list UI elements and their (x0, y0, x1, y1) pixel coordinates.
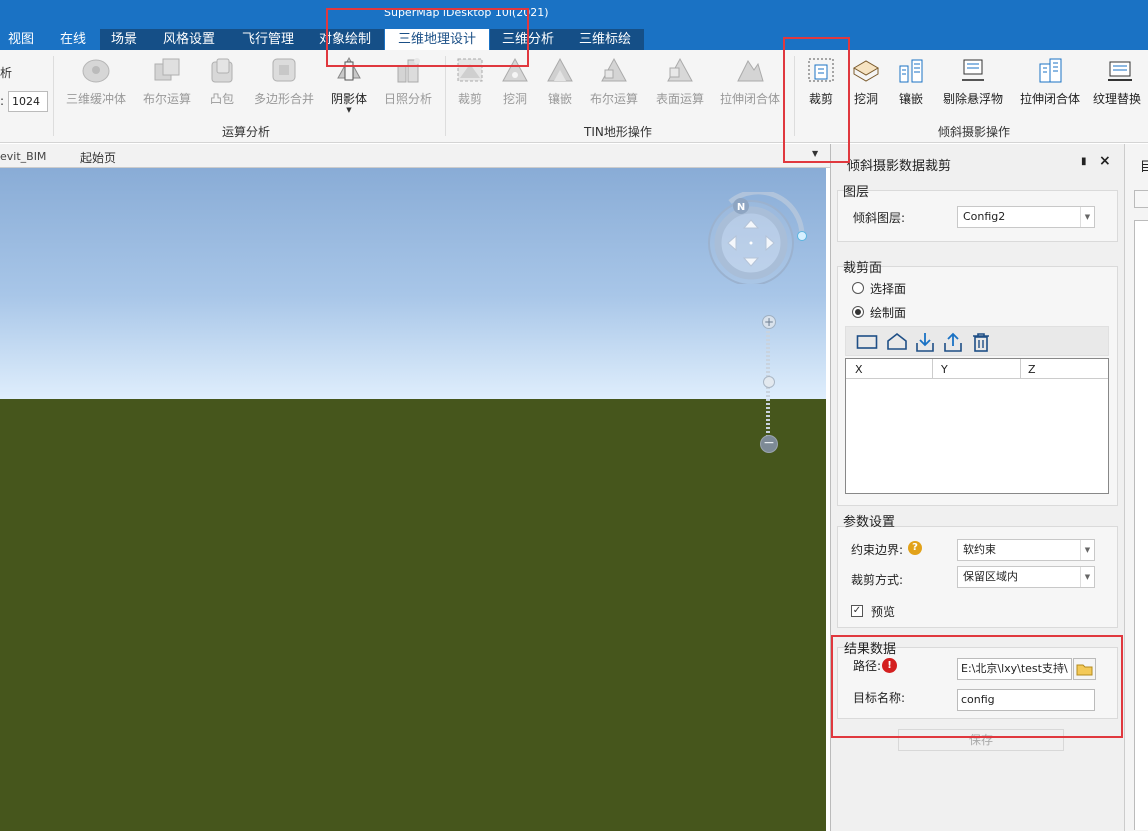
extrude-closed-button[interactable]: 拉伸闭合体 (1016, 56, 1084, 107)
tin-boolean-icon (601, 57, 627, 82)
chevron-down-icon: ▼ (1080, 567, 1094, 587)
tin-surface-op-button[interactable]: 表面运算 (652, 56, 708, 107)
tin-surface-icon (667, 57, 693, 82)
constraint-select[interactable]: 软约束 ▼ (957, 539, 1095, 561)
dropdown-arrow-icon: ▼ (346, 106, 352, 114)
oblique-hole-icon (853, 60, 879, 82)
tin-extrude-icon (737, 60, 764, 82)
column-divider (1020, 359, 1021, 379)
oblique-hole-button[interactable]: 挖洞 (848, 56, 884, 107)
close-icon[interactable]: × (1099, 153, 1111, 169)
texture-replace-button[interactable]: 纹理替换 (1093, 56, 1148, 107)
tab-online[interactable]: 在线 (54, 29, 92, 50)
oblique-layer-select[interactable]: Config2 ▼ (957, 206, 1095, 228)
folder-icon[interactable] (1134, 190, 1148, 208)
tab-scene[interactable]: 场景 (100, 29, 148, 50)
group-title-tin: TIN地形操作 (584, 125, 652, 139)
zoom-out-icon[interactable]: − (760, 435, 778, 453)
convex-hull-button[interactable]: 凸包 (204, 56, 240, 107)
right-panel-label: 目 (1140, 160, 1148, 175)
polygon-merge-button[interactable]: 多边形合并 (248, 56, 320, 107)
params-title: 参数设置 (843, 515, 896, 530)
document-tabs: evit_BIM 起始页 ▼ (0, 144, 830, 168)
delete-icon[interactable] (970, 331, 992, 353)
right-side-panel: 目 (1124, 144, 1148, 831)
preview-label: 预览 (871, 605, 896, 619)
boolean-op-button[interactable]: 布尔运算 (138, 56, 196, 107)
group-title-operation-analysis: 运算分析 (222, 125, 271, 139)
clip-mode-label: 裁剪方式: (851, 573, 904, 587)
ribbon-separator (445, 56, 446, 136)
resolution-input[interactable]: 1024 (8, 91, 48, 112)
clip-surface-title: 裁剪面 (843, 261, 883, 276)
radio-draw-surface[interactable] (852, 306, 864, 318)
column-x: X (855, 363, 863, 376)
constraint-label: 约束边界: (851, 543, 904, 557)
chevron-down-icon: ▼ (1080, 207, 1094, 227)
tin-mosaic-icon (547, 57, 573, 82)
annotation-box-result (831, 635, 1123, 738)
annotation-box-tab (326, 8, 529, 67)
preview-checkbox[interactable]: ✓ (851, 605, 863, 617)
polygon-merge-icon (272, 58, 296, 82)
import-icon[interactable] (914, 331, 936, 353)
ribbon: 析 : 1024 三维缓冲体 布尔运算 凸包 多边形合并 阴影体 ▼ 日照分析 … (0, 50, 1148, 143)
menu-bar: 视图 在线 场景 风格设置 飞行管理 对象绘制 三维地理设计 三维分析 三维标绘 (0, 29, 1148, 50)
draw-toolbar (845, 326, 1109, 356)
rectangle-icon[interactable] (856, 332, 878, 352)
3d-buffer-button[interactable]: 三维缓冲体 (62, 56, 130, 107)
ribbon-separator (53, 56, 54, 136)
pin-icon[interactable]: ▮ (1081, 156, 1087, 167)
column-z: Z (1028, 363, 1036, 376)
scene-view[interactable]: N + − (0, 168, 826, 831)
oblique-layer-label: 倾斜图层: (853, 211, 906, 225)
help-icon[interactable]: ? (908, 541, 922, 555)
navigation-compass[interactable]: N (702, 192, 814, 284)
buffer-icon (82, 59, 110, 83)
tab-view[interactable]: 视图 (2, 29, 40, 50)
radio-select-surface-label: 选择面 (870, 282, 907, 296)
radio-draw-surface-label: 绘制面 (870, 306, 907, 320)
compass-north-label: N (737, 202, 745, 213)
boolean-icon (154, 58, 180, 81)
oblique-mosaic-button[interactable]: 镶嵌 (893, 56, 929, 107)
coordinate-table[interactable]: X Y Z (845, 358, 1109, 494)
tin-boolean-button[interactable]: 布尔运算 (586, 56, 642, 107)
terrain-ground (0, 399, 826, 831)
partial-colon: : (0, 94, 5, 108)
clip-mode-select[interactable]: 保留区域内 ▼ (957, 566, 1095, 588)
texture-replace-icon (1108, 61, 1132, 81)
convex-hull-icon (211, 58, 233, 83)
panel-title: 倾斜摄影数据裁剪 (847, 159, 952, 174)
doc-tab-revit-bim[interactable]: evit_BIM (0, 150, 46, 163)
zoom-slider[interactable]: + − (760, 315, 778, 453)
tab-flight-management[interactable]: 飞行管理 (230, 29, 306, 50)
tab-style-settings[interactable]: 风格设置 (148, 29, 230, 50)
column-y: Y (941, 363, 948, 376)
tin-mosaic-button[interactable]: 镶嵌 (542, 56, 578, 107)
right-panel-content (1134, 220, 1148, 830)
tab-3d-plotting[interactable]: 三维标绘 (566, 29, 644, 50)
doc-tab-start-page[interactable]: 起始页 (80, 149, 116, 166)
layer-group-title: 图层 (843, 185, 870, 200)
table-header: X Y Z (846, 359, 1108, 379)
remove-floating-icon (962, 59, 984, 81)
tin-extrude-button[interactable]: 拉伸闭合体 (717, 56, 783, 107)
oblique-mosaic-icon (899, 59, 923, 83)
title-bar: SuperMap iDesktop 10i(2021) (0, 0, 1148, 29)
zoom-in-icon[interactable]: + (762, 315, 776, 329)
annotation-box-clip-button (783, 37, 850, 163)
partial-label: 析 (0, 66, 13, 80)
export-icon[interactable] (942, 331, 964, 353)
remove-floating-button[interactable]: 剔除悬浮物 (938, 56, 1008, 107)
column-divider (932, 359, 933, 379)
group-title-oblique: 倾斜摄影操作 (938, 125, 1011, 139)
radio-select-surface[interactable] (852, 282, 864, 294)
chevron-down-icon: ▼ (1080, 540, 1094, 560)
polygon-icon[interactable] (886, 332, 908, 352)
extrude-closed-icon (1039, 58, 1062, 83)
zoom-thumb[interactable] (763, 376, 775, 388)
